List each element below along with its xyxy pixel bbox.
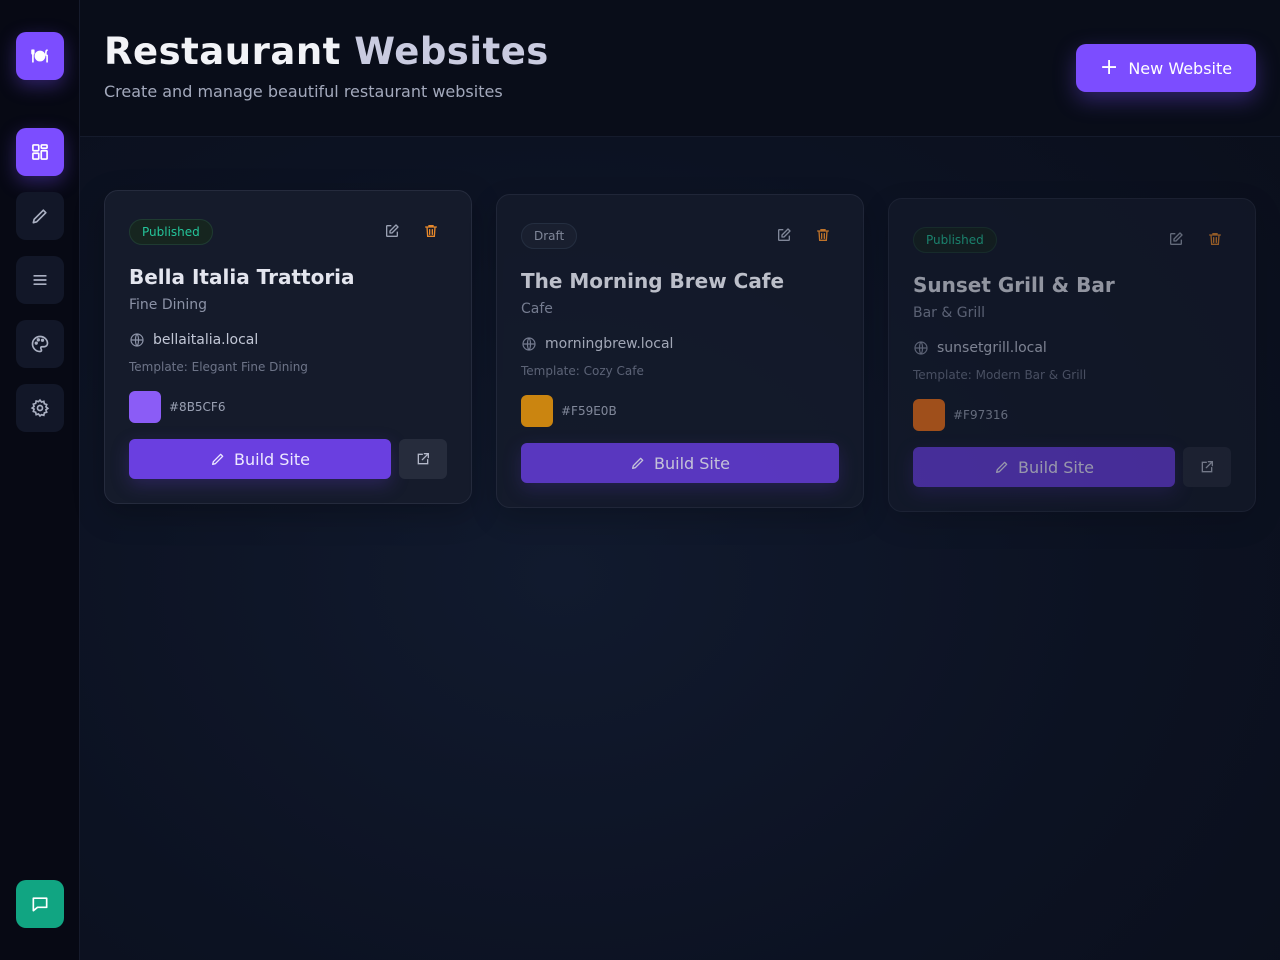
- main-content: Restaurant Websites Create and manage be…: [80, 0, 1280, 960]
- sidebar: [0, 0, 80, 960]
- build-site-button[interactable]: Build Site: [913, 447, 1175, 487]
- domain-text: bellaitalia.local: [153, 332, 259, 348]
- plus-icon: +: [1099, 55, 1119, 80]
- restaurant-plate-icon: [31, 49, 48, 63]
- app-root: Restaurant Websites Create and manage be…: [0, 0, 1280, 960]
- status-badge: Draft: [521, 223, 578, 249]
- color-swatch: [913, 399, 945, 431]
- new-website-label: New Website: [1128, 58, 1233, 78]
- sidebar-item-themes[interactable]: [16, 320, 64, 368]
- edit-icon[interactable]: [382, 221, 402, 241]
- new-website-button[interactable]: + New Website: [1076, 44, 1256, 92]
- page-title: Restaurant Websites: [104, 30, 549, 73]
- sidebar-item-dashboard[interactable]: [16, 128, 64, 176]
- card-title: The Morning Brew Cafe: [521, 269, 785, 293]
- color-swatch-row: #F59E0B: [521, 395, 617, 427]
- trash-icon[interactable]: [1205, 229, 1225, 249]
- color-hex: #F97316: [953, 408, 1009, 422]
- sidebar-item-editor[interactable]: [16, 192, 64, 240]
- pencil-icon: [212, 453, 224, 465]
- dashboard-icon: [32, 144, 48, 160]
- page-title-part1: Restaurant: [104, 30, 355, 73]
- settings-gear-icon: [30, 398, 50, 418]
- page-header: Restaurant Websites Create and manage be…: [80, 0, 1280, 137]
- card-title: Sunset Grill & Bar: [913, 273, 1115, 297]
- domain-text: sunsetgrill.local: [937, 340, 1047, 356]
- edit-icon[interactable]: [1166, 229, 1186, 249]
- status-badge: Published: [129, 219, 213, 245]
- card-domain: morningbrew.local: [521, 336, 673, 352]
- page-title-part2: Websites: [354, 30, 549, 73]
- trash-icon[interactable]: [421, 221, 441, 241]
- chat-icon: [32, 897, 48, 912]
- sidebar-item-settings[interactable]: [16, 384, 64, 432]
- domain-text: morningbrew.local: [545, 336, 674, 352]
- status-badge: Published: [913, 227, 997, 253]
- chat-button[interactable]: [16, 880, 64, 928]
- pencil-icon: [632, 457, 644, 469]
- color-hex: #F59E0B: [561, 404, 617, 418]
- card-template: Template: Elegant Fine Dining: [129, 360, 308, 374]
- card-category: Fine Dining: [129, 297, 208, 313]
- build-site-label: Build Site: [234, 449, 310, 469]
- pencil-icon: [996, 461, 1008, 473]
- build-site-label: Build Site: [1018, 457, 1094, 477]
- color-swatch: [521, 395, 553, 427]
- build-site-label: Build Site: [654, 453, 730, 473]
- app-logo[interactable]: [16, 32, 64, 80]
- open-site-button[interactable]: [1183, 447, 1231, 487]
- globe-icon: [522, 337, 536, 351]
- card-domain: sunsetgrill.local: [913, 340, 1047, 356]
- sidebar-item-menu[interactable]: [16, 256, 64, 304]
- build-site-button[interactable]: Build Site: [521, 443, 839, 483]
- website-card[interactable]: Published Sunset Grill & Bar Bar & Grill…: [888, 198, 1256, 512]
- external-link-icon: [417, 453, 429, 465]
- color-hex: #8B5CF6: [169, 400, 226, 414]
- palette-icon: [31, 335, 49, 353]
- globe-icon: [914, 341, 928, 355]
- color-swatch-row: #8B5CF6: [129, 391, 225, 423]
- color-swatch: [129, 391, 161, 423]
- card-category: Bar & Grill: [913, 305, 986, 321]
- color-swatch-row: #F97316: [913, 399, 1008, 431]
- website-card[interactable]: Published Bella Italia Trattoria Fine Di…: [104, 190, 472, 504]
- card-category: Cafe: [521, 301, 553, 317]
- card-title: Bella Italia Trattoria: [129, 265, 355, 289]
- card-template: Template: Cozy Cafe: [521, 364, 644, 378]
- card-template: Template: Modern Bar & Grill: [913, 368, 1087, 382]
- external-link-icon: [1201, 461, 1213, 473]
- page-subtitle: Create and manage beautiful restaurant w…: [104, 82, 503, 101]
- open-site-button[interactable]: [399, 439, 447, 479]
- globe-icon: [130, 333, 144, 347]
- edit-icon[interactable]: [774, 225, 794, 245]
- trash-icon[interactable]: [813, 225, 833, 245]
- build-site-button[interactable]: Build Site: [129, 439, 391, 479]
- menu-list-icon: [33, 275, 47, 285]
- website-card[interactable]: Draft The Morning Brew Cafe Cafe morning…: [496, 194, 864, 508]
- card-domain: bellaitalia.local: [129, 332, 258, 348]
- pencil-icon: [32, 209, 47, 224]
